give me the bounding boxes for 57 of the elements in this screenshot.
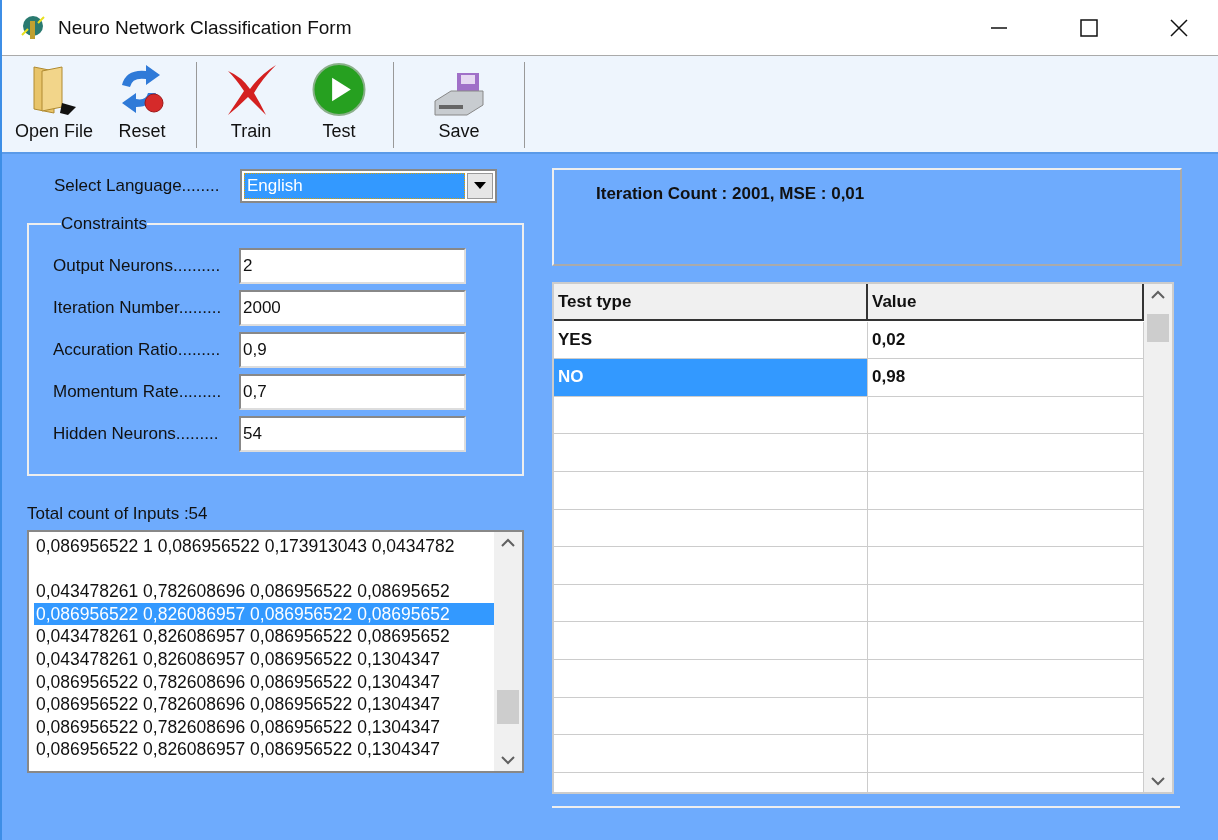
list-item[interactable]: 0,086956522 0,826086957 0,086956522 0,1304347 (34, 738, 494, 761)
field-label: Iteration Number......... (53, 298, 223, 318)
toolbar-button[interactable]: Reset (98, 62, 186, 148)
field-label: Select Language........ (54, 176, 221, 196)
input-field[interactable]: 0,9 (239, 332, 466, 368)
scrollbar-thumb[interactable] (497, 690, 519, 724)
status-text: Iteration Count : 2001, MSE : 0,01 (596, 184, 865, 203)
table-cell[interactable] (554, 697, 868, 736)
caret-icon (474, 182, 486, 190)
column-header[interactable]: Test type (554, 284, 868, 321)
table-cell[interactable] (554, 659, 868, 698)
field-label: Accuration Ratio......... (53, 340, 222, 360)
scroll-up-icon[interactable] (1151, 290, 1165, 300)
list-item[interactable]: 0,043478261 0,826086957 0,086956522 0,1304347 (34, 647, 494, 671)
toolbar-button[interactable]: Save (404, 62, 514, 148)
disk-drive-icon (431, 71, 487, 117)
list-item[interactable]: 0,043478261 0,826086957 0,086956522 0,08695652 (34, 625, 494, 648)
dropdown-value: English (244, 173, 465, 199)
field-label: Output Neurons.......... (53, 256, 222, 276)
scroll-down-icon[interactable] (1151, 776, 1165, 786)
table-cell[interactable] (554, 396, 868, 435)
input-field[interactable]: 54 (239, 416, 466, 452)
close-icon (1170, 18, 1188, 37)
scrollbar[interactable] (1144, 284, 1172, 792)
list-item[interactable]: 0,086956522 0,782608696 0,086956522 0,1304347 (34, 693, 494, 716)
input-field[interactable]: 2000 (239, 290, 466, 326)
window-title: Neuro Network Classification Form (58, 16, 353, 39)
maximize-icon (1080, 18, 1098, 37)
app-icon (20, 14, 46, 41)
table-cell[interactable] (554, 509, 868, 548)
scrollbar-thumb[interactable] (1147, 314, 1169, 342)
list-item[interactable]: 0,086956522 0,782608696 0,086956522 0,1304347 (34, 670, 494, 694)
table-cell[interactable] (554, 471, 868, 510)
scroll-down-icon[interactable] (501, 755, 515, 765)
toolbar-button[interactable]: Train (207, 62, 295, 148)
table-cell[interactable] (554, 434, 868, 472)
input-field[interactable]: 0,7 (239, 374, 466, 410)
table-cell[interactable] (554, 735, 868, 773)
table-cell[interactable] (554, 547, 868, 585)
toolbar-button[interactable]: Open File (10, 62, 98, 148)
field-label: Hidden Neurons......... (53, 424, 220, 444)
table-cell[interactable] (554, 584, 868, 623)
dropdown-button[interactable] (467, 173, 493, 199)
group-title: Constraints (61, 214, 147, 234)
field-label: Momentum Rate......... (53, 382, 223, 402)
minimize-icon (990, 26, 1008, 29)
column-header[interactable]: Value (868, 284, 1144, 321)
list-item[interactable]: 0,043478261 0,782608696 0,086956522 0,08695652 (34, 580, 494, 603)
input-field[interactable]: 2 (239, 248, 466, 284)
scroll-up-icon[interactable] (501, 538, 515, 548)
play-icon (311, 62, 367, 117)
list-item[interactable]: 0,086956522 0,782608696 0,086956522 0,1304347 (34, 715, 494, 739)
toolbar-button[interactable]: Test (295, 62, 383, 148)
table-cell[interactable] (554, 622, 868, 660)
list-item[interactable]: 0,086956522 1 0,086956522 0,173913043 0,0434782 (34, 535, 494, 558)
scrollbar[interactable] (494, 532, 522, 771)
inputs-count-label: Total count of Inputs :54 (27, 504, 209, 524)
